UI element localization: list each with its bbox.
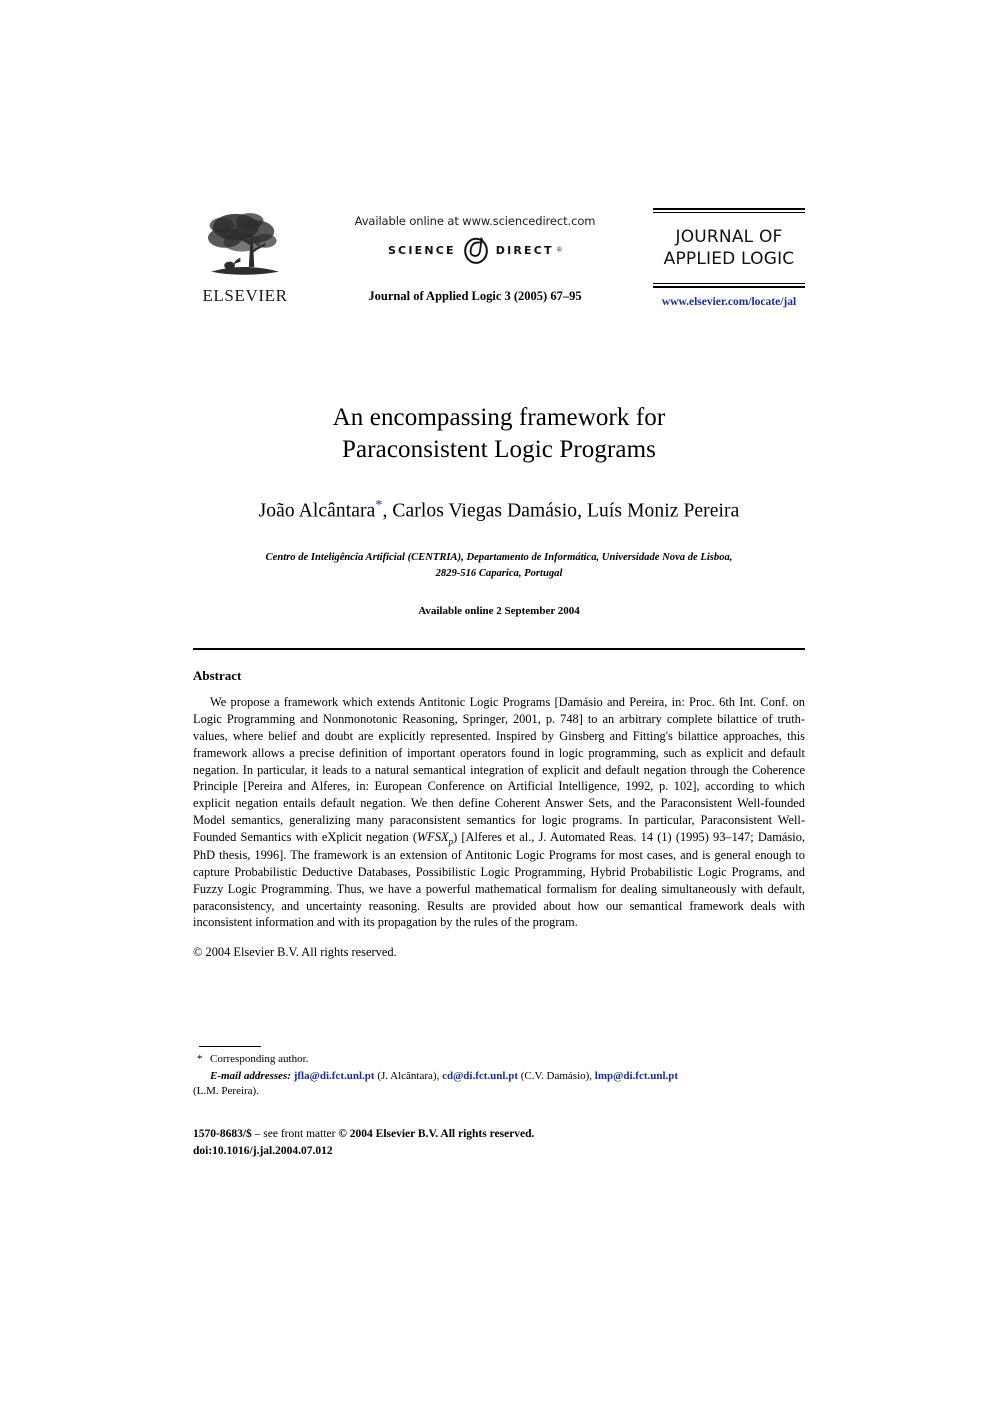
wfsx-symbol: WFSXp [416,829,453,846]
sciencedirect-logo: SCIENCE DIRECT ® [297,235,653,265]
email-separator-2: , [589,1069,593,1082]
abstract-part-2: ) [Alferes et al., J. Automated Reas. 14… [193,829,805,930]
email-person-3: (L.M. Pereira) [193,1085,257,1098]
imprint-block: 1570-8683/$ – see front matter © 2004 El… [193,1126,805,1161]
affiliation-line-1: Centro de Inteligência Artificial (CENTR… [265,551,733,563]
journal-url-link[interactable]: www.elsevier.com/locate/jal [653,296,805,308]
issn-code: 1570-8683/$ [193,1128,252,1140]
article-front-matter: ELSEVIER Available online at www.science… [193,206,805,960]
email-addresses-note: E-mail addresses: jfla@di.fct.unl.pt (J.… [193,1069,805,1085]
email-person-3-line: (L.M. Pereira). [193,1084,805,1100]
abstract-text: We propose a framework which extends Ant… [193,694,805,931]
journal-title-line2: APPLIED LOGIC [663,249,795,270]
sciencedirect-logo-direct: DIRECT [495,243,554,257]
elsevier-wordmark: ELSEVIER [202,286,288,305]
wfsx-main: WFSX [416,829,449,844]
affiliation-line-2: 2829-516 Caparica, Portugal [435,567,563,579]
footnote-star-marker: * [197,1053,203,1065]
footnote-block: * Corresponding author. E-mail addresses:… [193,1046,805,1100]
email-person-2: (C.V. Damásio) [520,1069,590,1082]
email-addresses-label: E-mail addresses: [210,1069,291,1082]
corresponding-author-note: * Corresponding author. [193,1052,805,1068]
available-online-date: Available online 2 September 2004 [418,605,580,618]
email-link-1[interactable]: jfla@di.fct.unl.pt [294,1070,375,1082]
masthead-rule-bottom [653,282,805,288]
corresponding-author-text: Corresponding author. [210,1053,309,1065]
imprint-copyright: © 2004 Elsevier B.V. All rights reserved… [335,1128,535,1140]
affiliation: Centro de Inteligência Artificial (CENTR… [193,550,805,583]
journal-title: JOURNAL OF APPLIED LOGIC [653,213,805,283]
author-list: João Alcântara*, Carlos Viegas Damásio, … [193,498,805,523]
email-link-2[interactable]: cd@di.fct.unl.pt [442,1070,518,1082]
email-link-3[interactable]: lmp@di.fct.unl.pt [595,1070,678,1082]
sciencedirect-at-icon [463,237,488,264]
elsevier-tree-icon [208,213,279,275]
email-person-1: (J. Alcântara) [377,1069,437,1082]
doi-line: doi:10.1016/j.jal.2004.07.012 [193,1145,333,1158]
issn-line: 1570-8683/$ – see front matter © 2004 El… [193,1126,805,1143]
masthead: ELSEVIER Available online at www.science… [193,206,805,326]
journal-citation: Journal of Applied Logic 3 (2005) 67–95 [368,289,582,303]
abstract-heading: Abstract [193,668,242,684]
sciencedirect-available-line: Available online at www.sciencedirect.co… [354,214,596,228]
abstract-copyright: © 2004 Elsevier B.V. All rights reserved… [193,944,397,959]
journal-title-line1: JOURNAL OF [675,227,783,247]
front-matter-text: – see front matter [251,1128,336,1140]
elsevier-logo-block: ELSEVIER [193,206,297,306]
registered-mark: ® [556,246,563,254]
page-title: An encompassing framework for Paraconsis… [193,402,805,466]
email-separator-3: . [256,1085,259,1098]
author-names-suffix: , Carlos Viegas Damásio, Luís Moniz Pere… [382,500,740,522]
paper-page: ELSEVIER Available online at www.science… [0,0,992,1403]
author-names-prefix: João Alcântara [258,500,376,522]
journal-masthead-block: JOURNAL OF APPLIED LOGIC www.elsevier.co… [653,206,805,308]
footnote-rule [199,1046,261,1047]
email-separator-1: , [436,1069,440,1082]
journal-url-text: www.elsevier.com/locate/jal [661,295,797,308]
title-line-1: An encompassing framework for [332,404,666,431]
abstract-part-1: We propose a framework which extends Ant… [193,695,805,844]
title-line-2: Paraconsistent Logic Programs [342,436,656,463]
abstract-divider [193,648,805,651]
sciencedirect-logo-science: SCIENCE [387,243,456,257]
sciencedirect-block: Available online at www.sciencedirect.co… [297,206,653,304]
